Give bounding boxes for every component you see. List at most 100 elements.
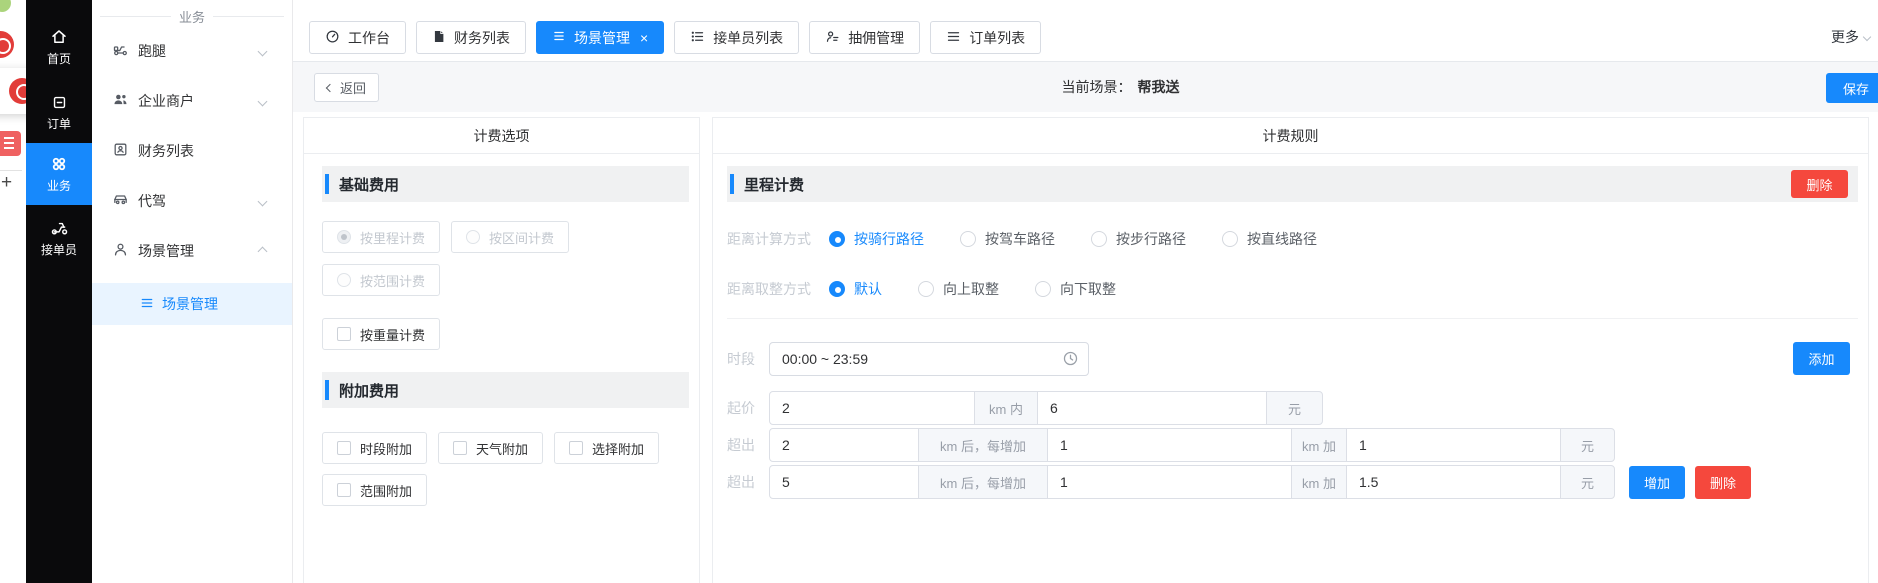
radio-box-interval-billing[interactable]: 按区间计费: [451, 221, 569, 253]
rider-icon: [50, 218, 69, 237]
tab-courier-list[interactable]: 接单员列表: [674, 21, 799, 54]
workbench-icon: [325, 29, 340, 47]
lines-icon: [552, 29, 566, 46]
tab-label: 订单列表: [969, 28, 1025, 48]
radio-icon: [829, 231, 845, 247]
divider: [213, 16, 284, 17]
red-document-icon[interactable]: [0, 131, 21, 156]
radio-box-range-billing[interactable]: 按范围计费: [322, 264, 440, 296]
add-tier-button[interactable]: 增加: [1629, 466, 1685, 499]
radio-rounding-down[interactable]: 向下取整: [1035, 279, 1116, 299]
checkbox-box-weather-surcharge[interactable]: 天气附加: [438, 432, 543, 464]
tab-commission[interactable]: 抽佣管理: [809, 21, 920, 54]
tab-label: 场景管理: [574, 28, 630, 48]
radio-rounding-default[interactable]: 默认: [829, 279, 882, 299]
excess-step-input[interactable]: [1047, 428, 1292, 462]
save-button[interactable]: 保存: [1826, 73, 1878, 103]
merchants-icon: [112, 91, 129, 111]
unit-addon: 元: [1560, 465, 1615, 499]
menu-section-header: 业务: [92, 6, 292, 26]
checkbox-box-range-surcharge[interactable]: 范围附加: [322, 474, 427, 506]
person-icon: [112, 241, 129, 261]
excess-distance-input[interactable]: [769, 465, 919, 499]
checkbox-box-select-surcharge[interactable]: 选择附加: [554, 432, 659, 464]
outer-window-strip: [0, 0, 26, 583]
base-distance-input[interactable]: [769, 391, 975, 425]
excess-price-input[interactable]: [1346, 428, 1561, 462]
time-slot-row: 时段 添加: [727, 342, 1858, 376]
commission-icon: [825, 29, 840, 47]
radio-label: 按驾车路径: [985, 229, 1055, 249]
checkbox-label: 时段附加: [360, 439, 412, 458]
radio-icon: [1035, 281, 1051, 297]
radio-box-mileage-billing[interactable]: 按里程计费: [322, 221, 440, 253]
delete-section-button[interactable]: 删除: [1791, 170, 1848, 198]
page-toolbar: 返回 当前场景： 帮我送 保存: [293, 62, 1878, 112]
base-price-input[interactable]: [1037, 391, 1267, 425]
delete-tier-button[interactable]: 删除: [1695, 466, 1751, 499]
radio-driving-path[interactable]: 按驾车路径: [960, 229, 1055, 249]
chevron-down-icon: [258, 96, 268, 106]
unit-addon: km 后，每增加: [918, 465, 1048, 499]
finance-icon: [112, 141, 129, 161]
field-label: 超出: [727, 435, 757, 455]
unit-addon: 元: [1266, 391, 1323, 425]
section-mileage-billing: 里程计费 删除: [727, 166, 1858, 202]
more-label: 更多: [1831, 27, 1859, 47]
chevron-down-icon: [258, 196, 268, 206]
primary-sidebar: 首页 订单 业务 接单员: [26, 0, 92, 583]
time-range-field[interactable]: [769, 342, 1089, 376]
green-corner-icon: [0, 0, 11, 12]
current-scene-value: 帮我送: [1138, 77, 1180, 97]
sidebar-item-couriers[interactable]: 接单员: [26, 215, 92, 261]
close-icon[interactable]: [640, 31, 648, 45]
tab-label: 抽佣管理: [848, 28, 904, 48]
menu-item-scenes[interactable]: 场景管理: [92, 226, 292, 276]
tab-finance-list[interactable]: 财务列表: [416, 21, 526, 54]
distance-calc-row: 距离计算方式 按骑行路径 按驾车路径 按步行路径: [727, 229, 1858, 249]
checkbox-box-weight-billing[interactable]: 按重量计费: [322, 318, 440, 350]
tab-scene-management[interactable]: 场景管理: [536, 21, 664, 54]
section-title: 里程计费: [744, 174, 804, 195]
menu-item-driving[interactable]: 代驾: [92, 176, 292, 226]
plus-icon[interactable]: [1, 172, 12, 194]
section-title: 基础费用: [339, 174, 399, 195]
radio-label: 向下取整: [1060, 279, 1116, 299]
excess-step-input[interactable]: [1047, 465, 1292, 499]
menu-item-merchants[interactable]: 企业商户: [92, 76, 292, 126]
sidebar-item-label: 首页: [47, 50, 71, 67]
unit-addon: km 加: [1291, 428, 1347, 462]
radio-label: 按直线路径: [1247, 229, 1317, 249]
checkbox-label: 范围附加: [360, 481, 412, 500]
tab-order-list[interactable]: 订单列表: [930, 21, 1041, 54]
current-scene: 当前场景： 帮我送: [1062, 62, 1180, 112]
field-label: 时段: [727, 349, 757, 369]
grid-icon: [50, 155, 68, 173]
radio-walking-path[interactable]: 按步行路径: [1091, 229, 1186, 249]
back-label: 返回: [340, 78, 366, 97]
doc-icon: [432, 29, 446, 47]
add-time-slot-button[interactable]: 添加: [1793, 342, 1850, 375]
menu-item-errand[interactable]: 跑腿: [92, 26, 292, 76]
radio-icon: [337, 273, 351, 287]
radio-rounding-up[interactable]: 向上取整: [918, 279, 999, 299]
time-range-input[interactable]: [769, 342, 1089, 376]
section-accent-bar: [325, 174, 329, 194]
radio-riding-path[interactable]: 按骑行路径: [829, 229, 924, 249]
red-badge-icon[interactable]: [0, 31, 14, 58]
tab-workbench[interactable]: 工作台: [309, 21, 406, 54]
billing-rules-panel: 计费规则 里程计费 删除 距离计算方式 按骑行路径 按驾车路径: [712, 117, 1869, 583]
menu-item-finance[interactable]: 财务列表: [92, 126, 292, 176]
menu-subitem-scene-management[interactable]: 场景管理: [92, 283, 292, 325]
sidebar-item-business[interactable]: 业务: [26, 143, 92, 205]
sidebar-item-orders[interactable]: 订单: [26, 90, 92, 136]
radio-straight-path[interactable]: 按直线路径: [1222, 229, 1317, 249]
checkbox-box-time-surcharge[interactable]: 时段附加: [322, 432, 427, 464]
radio-icon: [829, 281, 845, 297]
menu-item-label: 跑腿: [138, 41, 166, 61]
excess-distance-input[interactable]: [769, 428, 919, 462]
sidebar-item-home[interactable]: 首页: [26, 24, 92, 70]
excess-price-input[interactable]: [1346, 465, 1561, 499]
more-menu[interactable]: 更多: [1831, 27, 1870, 47]
back-button[interactable]: 返回: [314, 73, 379, 102]
